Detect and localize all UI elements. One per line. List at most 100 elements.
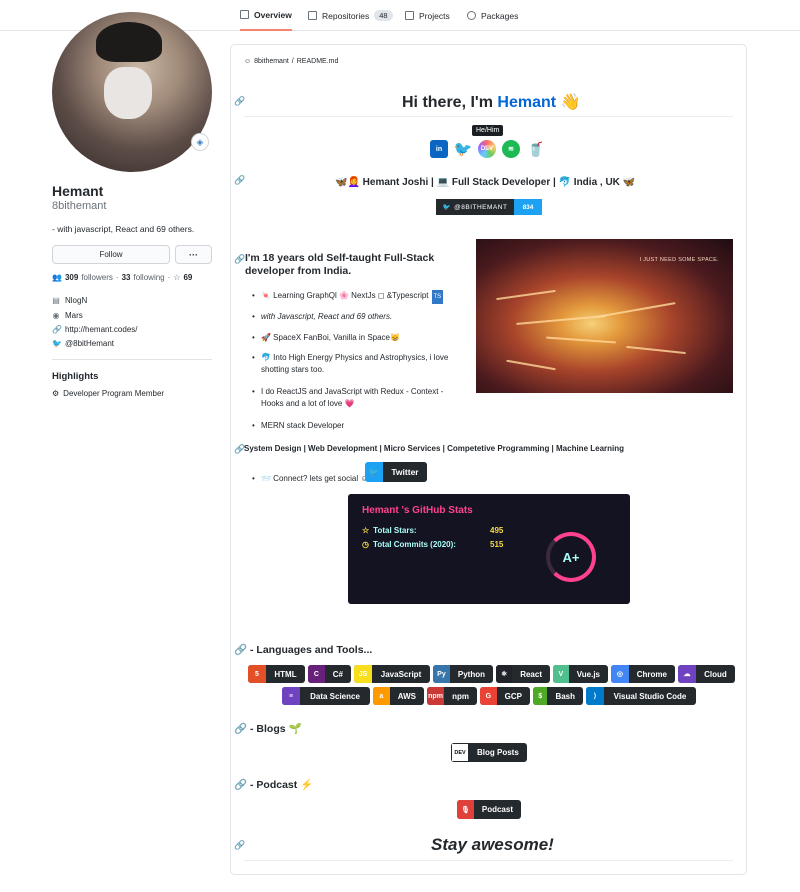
tab-repositories[interactable]: Repositories 48 (308, 0, 393, 31)
following-count[interactable]: 33 (122, 273, 131, 282)
tab-overview-label: Overview (254, 9, 292, 20)
anchor-link-icon[interactable]: 🔗 (234, 840, 245, 851)
sidebar-divider (52, 359, 212, 360)
readme-breadcrumb: ☺ 8bithemant / README.md (244, 58, 339, 65)
tool-icon: V (553, 665, 569, 683)
list-item: 🍬 Learning GraphQl 🌸 NextJs ◻ &Typescrip… (252, 290, 461, 304)
coffee-icon[interactable]: 🥤 (527, 140, 545, 158)
blog-posts-label: Blog Posts (477, 748, 519, 757)
total-commits-row: ◷ Total Commits (2020): 515 (362, 540, 503, 549)
readme-file[interactable]: README.md (297, 58, 339, 65)
star-icon: ☆ (173, 273, 181, 282)
anchor-link-icon[interactable]: 🔗 (234, 254, 245, 265)
total-commits-value: 515 (490, 540, 504, 549)
tool-label: Visual Studio Code (613, 691, 687, 701)
tool-icon: ⟩ (586, 687, 604, 705)
stars-count[interactable]: 69 (183, 273, 192, 282)
twitter-icon: 🐦 (442, 204, 452, 211)
tool-badge[interactable]: V Vue.js (553, 665, 608, 683)
more-options-button[interactable]: ··· (175, 245, 212, 264)
list-item: 🚀 SpaceX FanBoi, Vanilla in Space😸 (252, 332, 461, 344)
tool-label: GCP (504, 691, 522, 701)
tool-label: Cloud (704, 669, 727, 679)
star-icon: ☆ (362, 526, 370, 535)
total-stars-row: ☆ Total Stars: 495 (362, 526, 503, 535)
anchor-link-icon[interactable]: 🔗 (234, 723, 247, 735)
anchor-link-icon[interactable]: 🔗 (234, 644, 247, 656)
tab-packages-label: Packages (481, 10, 519, 21)
anchor-link-icon[interactable]: 🔗 (234, 175, 245, 186)
grade-ring: A+ (546, 532, 596, 582)
badge-count: 834 (514, 199, 542, 215)
tab-packages[interactable]: Packages (467, 0, 518, 31)
website-text[interactable]: http://hemant.codes/ (65, 325, 138, 334)
book-icon (240, 10, 249, 19)
tool-icon: a (373, 687, 390, 705)
tagline: 🦋👩‍🦰 Hemant Joshi | 💻 Full Stack Develop… (335, 177, 636, 188)
footer-rule (244, 860, 733, 861)
blog-posts-button[interactable]: DEV Blog Posts (451, 743, 527, 762)
org-text: NlogN (65, 296, 88, 305)
space-gif: I JUST NEED SOME SPACE. (476, 239, 733, 393)
tab-projects[interactable]: Projects (405, 0, 450, 31)
tool-badge[interactable]: JS JavaScript (354, 665, 430, 683)
following-label[interactable]: following (133, 273, 164, 282)
tool-label: Vue.js (576, 669, 600, 679)
tool-icon: C (308, 665, 325, 683)
podcast-heading: 🔗 - Podcast ⚡ (234, 779, 314, 791)
readme-user[interactable]: 8bithemant (254, 58, 289, 65)
podcast-label: Podcast (481, 805, 513, 814)
microphone-icon: 🎙 (457, 800, 474, 819)
tool-badge[interactable]: ⟩ Visual Studio Code (586, 687, 696, 705)
dev-icon[interactable]: DEV (478, 140, 496, 158)
tool-label: AWS (397, 691, 416, 701)
smiley-icon: ☺ (244, 58, 252, 65)
tool-badge[interactable]: ◎ Chrome (611, 665, 675, 683)
tool-badge[interactable]: $ Bash (533, 687, 583, 705)
profile-login: 8bithemant (52, 200, 107, 212)
repositories-count: 48 (374, 10, 393, 21)
tool-badge[interactable]: a AWS (373, 687, 424, 705)
tab-overview[interactable]: Overview (240, 0, 292, 31)
github-stats-card: Hemant 's GitHub Stats ☆ Total Stars: 49… (348, 494, 630, 604)
linkedin-icon[interactable]: in (430, 140, 448, 158)
tool-badge[interactable]: 5 HTML (248, 665, 305, 683)
twitter-button-label: Twitter (383, 462, 427, 482)
followers-label[interactable]: followers (81, 273, 113, 282)
follow-button[interactable]: Follow (52, 245, 170, 264)
tool-label: Python (457, 669, 485, 679)
tab-projects-label: Projects (419, 10, 450, 21)
heading-rule (244, 116, 733, 117)
anchor-link-icon[interactable]: 🔗 (234, 96, 245, 107)
followers-count[interactable]: 309 (65, 273, 78, 282)
profile-twitter[interactable]: 🐦 @8bitHemant (52, 339, 114, 348)
clock-icon: ◷ (362, 540, 369, 549)
tool-badge[interactable]: Py Python (433, 665, 493, 683)
twitter-button[interactable]: 🐦 Twitter (365, 462, 427, 482)
tool-label: npm (452, 691, 469, 701)
podcast-button[interactable]: 🎙 Podcast (457, 800, 521, 819)
tool-badge[interactable]: C C# (308, 665, 351, 683)
tool-badge[interactable]: ≡ Data Science (282, 687, 370, 705)
tool-label: C# (332, 669, 343, 679)
status-emoji-icon[interactable]: ◈ (191, 133, 209, 151)
tool-badge[interactable]: G GCP (480, 687, 530, 705)
skills-heading: System Design | Web Development | Micro … (244, 444, 625, 453)
tool-label: React (520, 669, 542, 679)
profile-website[interactable]: 🔗 http://hemant.codes/ (52, 325, 138, 334)
avatar[interactable] (52, 12, 212, 172)
tool-badge[interactable]: ☁ Cloud (678, 665, 735, 683)
profile-name: Hemant (52, 183, 104, 199)
heading-name: Hemant (497, 94, 557, 111)
twitter-text[interactable]: @8bitHemant (65, 339, 114, 348)
tool-badge[interactable]: ⚛ React (496, 665, 550, 683)
anchor-link-icon[interactable]: 🔗 (234, 779, 247, 791)
twitter-follow-badge[interactable]: 🐦 @8BITHEMANT 834 (436, 199, 542, 215)
tool-label: JavaScript (380, 669, 422, 679)
tool-label: Data Science (310, 691, 360, 701)
spotify-icon[interactable]: ≋ (502, 140, 520, 158)
stats-title: Hemant 's GitHub Stats (362, 505, 473, 516)
twitter-bird-icon[interactable]: 🐦 (454, 140, 473, 158)
twitter-icon: 🐦 (52, 338, 62, 348)
tool-badge[interactable]: npm npm (427, 687, 477, 705)
